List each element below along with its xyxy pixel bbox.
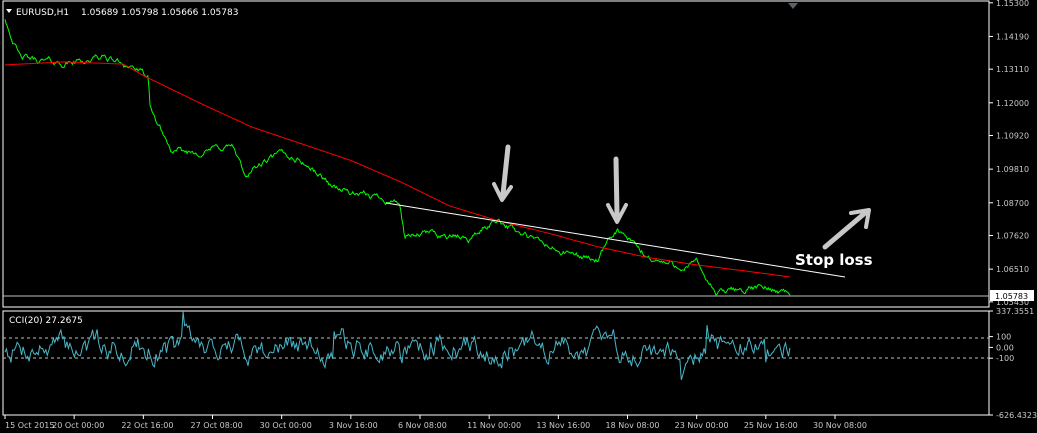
price-tick-label: 1.15300	[996, 0, 1029, 8]
date-tick-label: 13 Nov 16:00	[536, 421, 590, 430]
price-axis: 1.15300 1.14190 1.13110 1.12000 1.10920 1.098…	[989, 0, 1029, 307]
date-tick-label: 23 Nov 00:00	[675, 421, 729, 430]
cci-label: CCI(20) 27.2675	[9, 316, 83, 326]
price-tick-label: 1.09810	[996, 165, 1029, 174]
price-tick-label: 1.14190	[996, 32, 1029, 41]
price-tick-label: 1.12000	[996, 99, 1029, 108]
date-tick-label: 11 Nov 00:00	[467, 421, 521, 430]
cci-axis: 337.3551 1000.00 -100 -626.4323	[989, 307, 1037, 420]
cci-tick-label: 100	[996, 333, 1011, 342]
date-tick-label: 22 Oct 16:00	[121, 421, 173, 430]
ohlc-values: 1.05689 1.05798 1.05666 1.05783	[81, 8, 238, 18]
price-tick-label: 1.13110	[996, 65, 1029, 74]
cci-tick-label: -626.4323	[996, 411, 1037, 420]
date-tick-label: 27 Oct 08:00	[191, 421, 243, 430]
date-tick-label: 20 Oct 00:00	[52, 421, 104, 430]
time-axis: 15 Oct 201520 Oct 00:00 22 Oct 16:00 27 Oc…	[4, 415, 867, 430]
date-tick-label: 15 Oct 2015	[5, 421, 54, 430]
price-tick-label: 1.08700	[996, 199, 1029, 208]
symbol-label: EURUSD,H1	[16, 8, 69, 18]
date-tick-label: 30 Nov 08:00	[813, 421, 867, 430]
date-tick-label: 30 Oct 00:00	[260, 421, 312, 430]
price-tick-label: 1.10920	[996, 132, 1029, 141]
current-price-label: 1.05783	[995, 292, 1028, 301]
cci-tick-label: 337.3551	[996, 307, 1034, 316]
cci-tick-label: -100	[996, 354, 1014, 363]
price-tick-label: 1.06510	[996, 265, 1029, 274]
date-tick-label: 25 Nov 16:00	[744, 421, 798, 430]
indicator-frame	[2, 310, 990, 416]
cci-tick-label: 0.00	[996, 343, 1014, 352]
date-tick-label: 3 Nov 16:00	[329, 421, 378, 430]
stop-loss-label: Stop loss	[795, 251, 873, 269]
date-tick-label: 6 Nov 08:00	[398, 421, 447, 430]
price-tick-label: 1.07620	[996, 231, 1029, 240]
date-tick-label: 18 Nov 08:00	[606, 421, 660, 430]
chart-window[interactable]: EURUSD,H1 1.05689 1.05798 1.05666 1.0578…	[0, 0, 1037, 433]
